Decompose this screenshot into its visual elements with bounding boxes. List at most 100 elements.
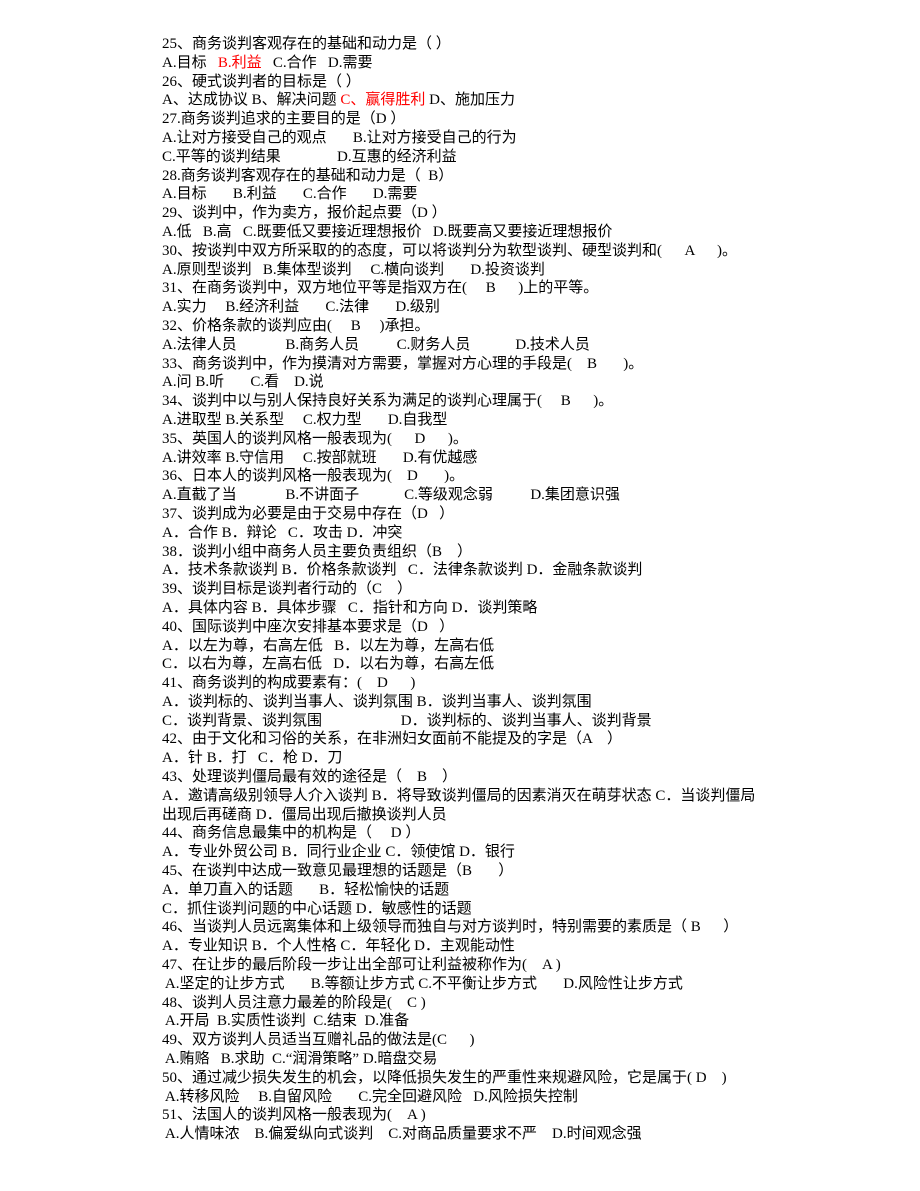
text-line: 45、在谈判中达成一致意见最理想的话题是（B ） (162, 862, 862, 881)
document-page: 25、商务谈判客观存在的基础和动力是（ ） A.目标 B.利益 C.合作 D.需要… (162, 35, 862, 1144)
text-segment: 48、谈判人员注意力最差的阶段是( C ) (162, 994, 426, 1011)
text-segment: A.目标 (162, 54, 218, 71)
text-segment: A.转移风险 B.自留风险 C.完全回避风险 D.风险损失控制 (162, 1088, 578, 1105)
text-segment: A.讲效率 B.守信用 C.按部就班 D.有优越感 (162, 449, 478, 466)
text-segment: 36、日本人的谈判风格一般表现为( D )。 (162, 468, 465, 485)
text-segment: 40、国际谈判中座次安排基本要求是（D ） (162, 618, 455, 635)
text-line: 44、商务信息最集中的机构是（ D ） (162, 824, 862, 843)
text-segment: C．以右为尊，左高右低 D．以右为尊，右高左低 (162, 656, 495, 673)
text-segment: C．谈判背景、谈判氛围 D．谈判标的、谈判当事人、谈判背景 (162, 712, 652, 729)
text-segment: A.坚定的让步方式 B.等额让步方式 C.不平衡让步方式 D.风险性让步方式 (162, 975, 683, 992)
text-line: 49、双方谈判人员适当互赠礼品的做法是(C ) (162, 1031, 862, 1050)
text-line: 43、处理谈判僵局最有效的途径是（ B ） (162, 768, 862, 787)
text-segment: A.进取型 B.关系型 C.权力型 D.自我型 (162, 411, 448, 428)
text-segment: 49、双方谈判人员适当互赠礼品的做法是(C ) (162, 1032, 475, 1049)
text-segment: 37、谈判成为必要是由于交易中存在（D ） (162, 505, 455, 522)
text-segment: 46、当谈判人员远离集体和上级领导而独自与对方谈判时，特别需要的素质是（ B ） (162, 919, 739, 936)
text-line: A.讲效率 B.守信用 C.按部就班 D.有优越感 (162, 449, 862, 468)
text-segment: 30、按谈判中双方所采取的的态度，可以将谈判分为软型谈判、硬型谈判和( A )。 (162, 242, 737, 259)
text-line: A．具体内容 B．具体步骤 C．指针和方向 D．谈判策略 (162, 599, 862, 618)
text-line: A.目标 B.利益 C.合作 D.需要 (162, 185, 862, 204)
text-segment: 28.商务谈判客观存在的基础和动力是（ B） (162, 167, 454, 184)
text-segment: 50、通过减少损失发生的机会，以降低损失发生的严重性来规避风险，它是属于( D … (162, 1069, 727, 1086)
text-line: A.转移风险 B.自留风险 C.完全回避风险 D.风险损失控制 (162, 1088, 862, 1107)
text-segment: A．谈判标的、谈判当事人、谈判氛围 B．谈判当事人、谈判氛围 (162, 693, 592, 710)
text-segment: 35、英国人的谈判风格一般表现为( D )。 (162, 430, 468, 447)
text-segment: A.法律人员 B.商务人员 C.财务人员 D.技术人员 (162, 336, 590, 353)
text-segment: A.让对方接受自己的观点 B.让对方接受自己的行为 (162, 129, 517, 146)
text-segment: A.直截了当 B.不讲面子 C.等级观念弱 D.集团意识强 (162, 487, 620, 504)
text-segment: A.贿赂 B.求助 C.“润滑策略” D.暗盘交易 (162, 1051, 438, 1068)
text-line: 42、由于文化和习俗的关系，在非洲妇女面前不能提及的字是（A ） (162, 730, 862, 749)
text-line: A．谈判标的、谈判当事人、谈判氛围 B．谈判当事人、谈判氛围 (162, 693, 862, 712)
text-line: A．单刀直入的话题 B．轻松愉快的话题 (162, 881, 862, 900)
text-line: A.法律人员 B.商务人员 C.财务人员 D.技术人员 (162, 336, 862, 355)
text-segment: A、达成协议 B、解决问题 (162, 92, 341, 109)
text-line: A.低 B.高 C.既要低又要接近理想报价 D.既要高又要接近理想报价 (162, 223, 862, 242)
text-segment: A．邀请高级别领导人介入谈判 B．将导致谈判僵局的因素消灭在萌芽状态 C．当谈判… (162, 787, 756, 804)
text-segment: 42、由于文化和习俗的关系，在非洲妇女面前不能提及的字是（A ） (162, 731, 623, 748)
text-line: A.进取型 B.关系型 C.权力型 D.自我型 (162, 411, 862, 430)
text-line: A．专业外贸公司 B．同行业企业 C．领使馆 D．银行 (162, 843, 862, 862)
text-line: A.原则型谈判 B.集体型谈判 C.横向谈判 D.投资谈判 (162, 261, 862, 280)
text-segment: C.合作 D.需要 (261, 54, 373, 71)
text-line: 31、在商务谈判中，双方地位平等是指双方在( B )上的平等。 (162, 279, 862, 298)
text-segment: 32、价格条款的谈判应由( B )承担。 (162, 317, 430, 334)
highlighted-answer: C、赢得胜利 (340, 92, 426, 109)
text-line: A.直截了当 B.不讲面子 C.等级观念弱 D.集团意识强 (162, 486, 862, 505)
text-line: 48、谈判人员注意力最差的阶段是( C ) (162, 994, 862, 1013)
text-segment: A.低 B.高 C.既要低又要接近理想报价 D.既要高又要接近理想报价 (162, 223, 613, 240)
text-line: 出现后再磋商 D．僵局出现后撤换谈判人员 (162, 806, 862, 825)
text-segment: 45、在谈判中达成一致意见最理想的话题是（B ） (162, 863, 514, 880)
text-line: 28.商务谈判客观存在的基础和动力是（ B） (162, 167, 862, 186)
text-segment: A.问 B.听 C.看 D.说 (162, 374, 324, 391)
text-segment: A.开局 B.实质性谈判 C.结束 D.准备 (162, 1013, 410, 1030)
text-line: A.目标 B.利益 C.合作 D.需要 (162, 54, 862, 73)
text-segment: 33、商务谈判中，作为摸清对方需要，掌握对方心理的手段是( B )。 (162, 355, 644, 372)
text-segment: 31、在商务谈判中，双方地位平等是指双方在( B )上的平等。 (162, 280, 599, 297)
text-line: C．谈判背景、谈判氛围 D．谈判标的、谈判当事人、谈判背景 (162, 712, 862, 731)
text-line: A.人情味浓 B.偏爱纵向式谈判 C.对商品质量要求不严 D.时间观念强 (162, 1125, 862, 1144)
text-line: C．抓住谈判问题的中心话题 D．敏感性的话题 (162, 900, 862, 919)
text-line: A．邀请高级别领导人介入谈判 B．将导致谈判僵局的因素消灭在萌芽状态 C．当谈判… (162, 787, 862, 806)
text-segment: 29、谈判中，作为卖方，报价起点要（D ） (162, 205, 447, 222)
text-line: A．针 B．打 C．枪 D．刀 (162, 749, 862, 768)
text-segment: 34、谈判中以与别人保持良好关系为满足的谈判心理属于( B )。 (162, 393, 614, 410)
text-line: 36、日本人的谈判风格一般表现为( D )。 (162, 467, 862, 486)
text-segment: A.原则型谈判 B.集体型谈判 C.横向谈判 D.投资谈判 (162, 261, 545, 278)
text-line: A．合作 B．辩论 C．攻击 D．冲突 (162, 524, 862, 543)
text-line: A．技术条款谈判 B．价格条款谈判 C．法律条款谈判 D．金融条款谈判 (162, 561, 862, 580)
text-line: A.开局 B.实质性谈判 C.结束 D.准备 (162, 1012, 862, 1031)
text-segment: A.人情味浓 B.偏爱纵向式谈判 C.对商品质量要求不严 D.时间观念强 (162, 1126, 642, 1143)
text-line: 39、谈判目标是谈判者行动的（C ） (162, 580, 862, 599)
text-segment: A．合作 B．辩论 C．攻击 D．冲突 (162, 524, 403, 541)
text-line: 46、当谈判人员远离集体和上级领导而独自与对方谈判时，特别需要的素质是（ B ） (162, 918, 862, 937)
text-segment: 25、商务谈判客观存在的基础和动力是（ ） (162, 36, 451, 52)
text-line: 32、价格条款的谈判应由( B )承担。 (162, 317, 862, 336)
text-segment: D、施加压力 (425, 92, 515, 109)
text-segment: 43、处理谈判僵局最有效的途径是（ B ） (162, 769, 458, 786)
text-segment: 51、法国人的谈判风格一般表现为( A ) (162, 1107, 426, 1124)
text-line: 25、商务谈判客观存在的基础和动力是（ ） (162, 35, 862, 54)
text-segment: A．单刀直入的话题 B．轻松愉快的话题 (162, 881, 450, 898)
text-line: A、达成协议 B、解决问题 C、赢得胜利 D、施加压力 (162, 91, 862, 110)
text-segment: C．抓住谈判问题的中心话题 D．敏感性的话题 (162, 900, 472, 917)
text-line: A.问 B.听 C.看 D.说 (162, 373, 862, 392)
text-line: 27.商务谈判追求的主要目的是（D ） (162, 110, 862, 129)
text-segment: A．专业外贸公司 B．同行业企业 C．领使馆 D．银行 (162, 844, 515, 861)
text-segment: A．针 B．打 C．枪 D．刀 (162, 750, 343, 767)
text-line: 37、谈判成为必要是由于交易中存在（D ） (162, 505, 862, 524)
highlighted-answer: B.利益 (217, 54, 262, 71)
text-line: 34、谈判中以与别人保持良好关系为满足的谈判心理属于( B )。 (162, 392, 862, 411)
text-segment: 44、商务信息最集中的机构是（ D ） (162, 825, 421, 842)
text-segment: 39、谈判目标是谈判者行动的（C ） (162, 581, 413, 598)
text-line: 51、法国人的谈判风格一般表现为( A ) (162, 1106, 862, 1125)
text-line: A.让对方接受自己的观点 B.让对方接受自己的行为 (162, 129, 862, 148)
text-segment: A．以左为尊，右高左低 B．以左为尊，左高右低 (162, 637, 495, 654)
text-segment: 47、在让步的最后阶段一步让出全部可让利益被称作为( A ) (162, 957, 561, 974)
text-line: A.坚定的让步方式 B.等额让步方式 C.不平衡让步方式 D.风险性让步方式 (162, 975, 862, 994)
text-line: C.平等的谈判结果 D.互惠的经济利益 (162, 148, 862, 167)
text-segment: C.平等的谈判结果 D.互惠的经济利益 (162, 148, 457, 165)
text-line: 29、谈判中，作为卖方，报价起点要（D ） (162, 204, 862, 223)
text-segment: 41、商务谈判的构成要素有：( D ) (162, 675, 416, 692)
